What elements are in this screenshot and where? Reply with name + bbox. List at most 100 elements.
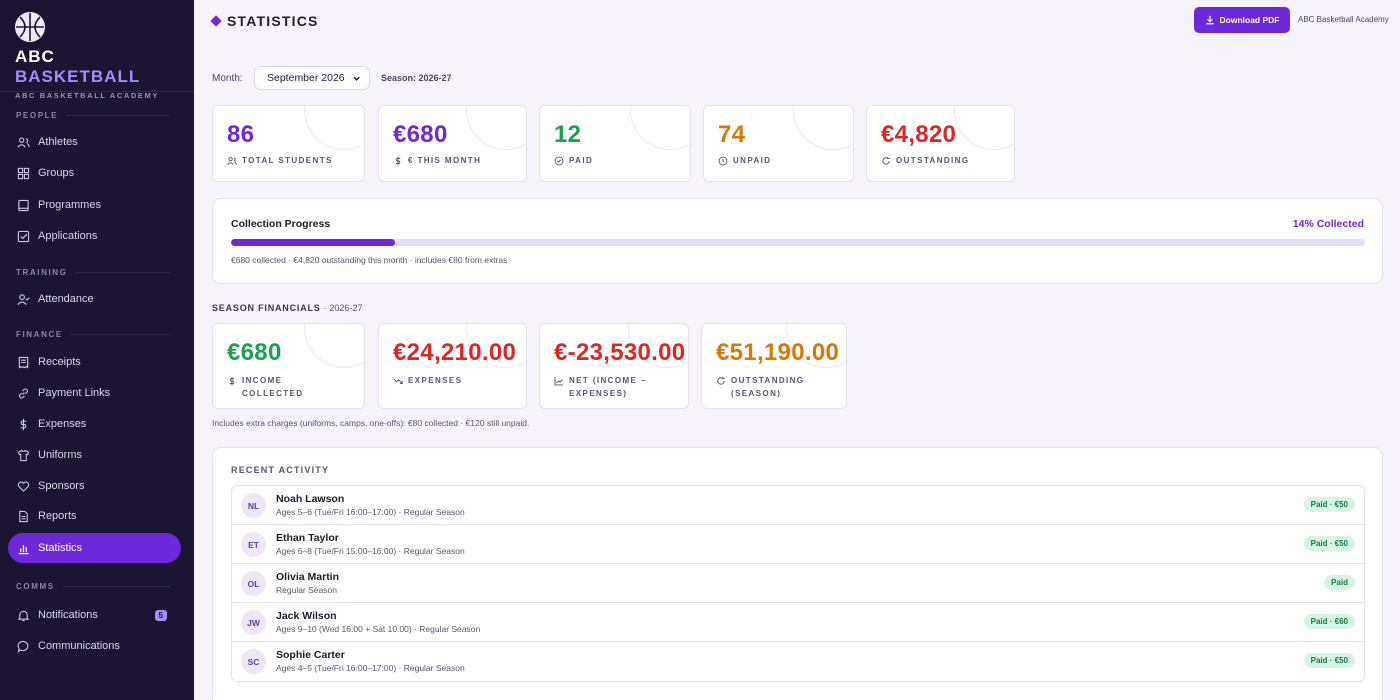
stat-label: UNPAID — [733, 156, 772, 165]
fin-label-line2: COLLECTED — [242, 389, 304, 398]
sidebar-item-sponsors[interactable]: Sponsors — [8, 471, 181, 501]
fin-value: €-23,530.00 — [554, 339, 686, 366]
stat-label-row: UNPAID — [718, 156, 771, 166]
sidebar-item-reports[interactable]: Reports — [8, 501, 181, 531]
dollar-icon — [229, 376, 235, 386]
progress-note: €680 collected · €4,820 outstanding this… — [231, 255, 508, 265]
fin-label: EXPENSES — [408, 376, 463, 385]
sidebar-item-label: Payment Links — [38, 387, 111, 399]
fin-value: €680 — [227, 339, 282, 366]
activity-row[interactable]: SC Sophie Carter Ages 4–5 (Tue/Fri 16:00… — [232, 642, 1364, 681]
dollar-icon — [395, 156, 401, 166]
fin-label-line1: INCOME — [242, 376, 283, 385]
org-name: ABC Basketball Academy — [1298, 15, 1389, 24]
grid-icon — [17, 167, 30, 179]
users-icon — [227, 157, 237, 165]
progress-track — [231, 239, 1365, 246]
stat-value: 86 — [227, 121, 255, 148]
bar-chart-icon — [18, 544, 29, 554]
month-select[interactable]: September 2026 — [254, 66, 370, 90]
fin-card-outstanding: €51,190.00 OUTSTANDING (SEASON) — [701, 323, 847, 409]
stat-value: 12 — [554, 121, 582, 148]
download-icon — [1205, 15, 1214, 25]
sidebar-item-expenses[interactable]: Expenses — [8, 409, 181, 439]
book-icon — [18, 199, 29, 211]
document-icon — [19, 510, 28, 522]
sidebar-item-receipts[interactable]: Receipts — [8, 347, 181, 377]
fin-label-row: OUTSTANDING (SEASON) — [716, 374, 804, 400]
status-badge: Paid · €60 — [1303, 614, 1355, 629]
sidebar-item-payment-links[interactable]: Payment Links — [8, 378, 181, 408]
month-select-value: September 2026 — [267, 72, 345, 84]
activity-row[interactable]: NL Noah Lawson Ages 5–6 (Tue/Fri 16:00–1… — [232, 486, 1364, 525]
download-pdf-button[interactable]: Download PDF — [1194, 7, 1290, 33]
sidebar-item-groups[interactable]: Groups — [8, 158, 181, 188]
sidebar-item-communications[interactable]: Communications — [8, 631, 181, 661]
card-decoration — [304, 324, 364, 368]
brand-title-accent: BASKETBALL — [15, 67, 141, 86]
trend-down-icon — [393, 378, 403, 384]
chat-icon — [17, 640, 29, 653]
season-label: Season: 2026-27 — [381, 73, 452, 83]
activity-row[interactable]: OL Olivia Martin Regular Season Paid — [232, 564, 1364, 603]
activity-row[interactable]: ET Ethan Taylor Ages 6–8 (Tue/Fri 15:00–… — [232, 525, 1364, 564]
chevron-down-icon — [353, 76, 360, 81]
sidebar-item-athletes[interactable]: Athletes — [8, 127, 181, 157]
athlete-name: Olivia Martin — [276, 571, 340, 583]
refresh-icon — [882, 156, 890, 165]
stat-card-outstanding: €4,820 OUTSTANDING — [866, 105, 1015, 182]
brand-title: ABC BASKETBALL — [15, 47, 179, 87]
stat-label: OUTSTANDING — [896, 156, 970, 165]
fin-value: €24,210.00 — [393, 339, 517, 366]
stat-label: TOTAL STUDENTS — [242, 156, 333, 165]
check-square-icon — [17, 230, 30, 242]
sidebar-item-attendance[interactable]: Attendance — [8, 284, 181, 314]
sidebar-item-uniforms[interactable]: Uniforms — [8, 440, 181, 470]
sidebar-item-label: Reports — [38, 510, 77, 522]
sidebar-item-label: Applications — [38, 230, 98, 242]
athlete-meta: Ages 9–10 (Wed 16:00 + Sat 10:00) · Regu… — [276, 624, 481, 634]
progress-percent: 14% Collected — [1292, 218, 1364, 230]
user-check-icon — [17, 293, 30, 305]
download-pdf-label: Download PDF — [1219, 15, 1280, 25]
avatar: NL — [241, 493, 266, 518]
season-financials-title: SEASON FINANCIALS — [212, 303, 321, 313]
stat-value: €4,820 — [881, 121, 957, 148]
sidebar-item-applications[interactable]: Applications — [8, 221, 181, 251]
athlete-name: Jack Wilson — [276, 610, 337, 622]
diamond-icon — [210, 15, 222, 27]
sidebar-item-programmes[interactable]: Programmes — [8, 190, 181, 220]
sidebar-item-label: Communications — [38, 640, 120, 652]
athlete-meta: Ages 4–5 (Tue/Fri 16:00–17:00) · Regular… — [276, 663, 465, 673]
stat-label-row: PAID — [554, 156, 593, 166]
fin-label-line1: OUTSTANDING — [731, 376, 805, 385]
recent-activity-heading: RECENT ACTIVITY — [231, 465, 330, 475]
activity-row[interactable]: JW Jack Wilson Ages 9–10 (Wed 16:00 + Sa… — [232, 603, 1364, 642]
heart-icon — [17, 480, 30, 492]
clock-icon — [718, 156, 728, 166]
chart-line-icon — [554, 377, 563, 386]
sidebar-item-label: Athletes — [38, 136, 78, 148]
progress-title: Collection Progress — [231, 218, 331, 230]
season-financials-note: Includes extra charges (uniforms, camps,… — [212, 418, 530, 428]
sidebar-item-label: Notifications — [38, 609, 98, 621]
bell-icon — [17, 610, 30, 621]
stat-label-row: TOTAL STUDENTS — [227, 156, 333, 166]
refresh-icon — [717, 376, 725, 385]
stat-value: 74 — [718, 121, 746, 148]
sidebar-item-label: Uniforms — [38, 449, 83, 461]
athlete-meta: Ages 5–6 (Tue/Fri 16:00–17:00) · Regular… — [276, 507, 465, 517]
section-label-comms: COMMS — [16, 582, 170, 591]
month-label: Month: — [212, 73, 243, 84]
sidebar-item-notifications[interactable]: Notifications 5 — [8, 600, 181, 630]
athlete-meta: Ages 6–8 (Tue/Fri 15:00–16:00) · Regular… — [276, 546, 465, 556]
athlete-meta: Regular Season — [276, 585, 337, 595]
sidebar-item-statistics[interactable]: Statistics — [8, 533, 181, 563]
avatar: ET — [241, 532, 266, 557]
sidebar-item-label: Groups — [38, 167, 75, 179]
status-badge: Paid · €50 — [1303, 497, 1355, 512]
fin-card-expenses: €24,210.00 EXPENSES — [378, 323, 527, 409]
stat-card-paid: 12 PAID — [539, 105, 691, 182]
stat-label-row: € THIS MONTH — [393, 156, 481, 166]
fin-label-row: NET (INCOME − EXPENSES) — [554, 374, 647, 400]
